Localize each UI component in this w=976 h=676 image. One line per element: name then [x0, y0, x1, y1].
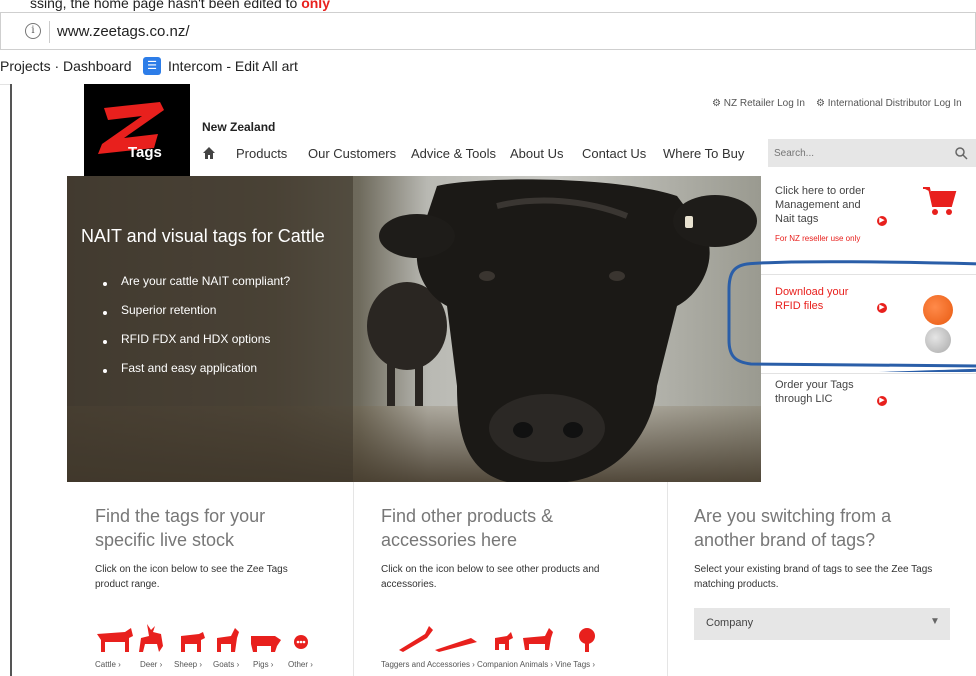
nav-contact-us[interactable]: Contact Us [582, 146, 646, 161]
products-title: Find other products & accessories here [381, 506, 554, 550]
home-icon[interactable] [202, 146, 216, 160]
deer-icon [139, 624, 163, 652]
product-links[interactable]: Taggers and Accessories › Companion Anim… [381, 660, 595, 669]
livestock-title: Find the tags for your specific live sto… [95, 506, 266, 550]
lic-order-panel[interactable]: Order your Tags through LIC ▶ [761, 374, 976, 482]
logo-text: Tags [128, 144, 162, 161]
animal-link-goats[interactable]: Goats › [213, 660, 239, 669]
grape-icon [579, 628, 595, 644]
search-input[interactable] [774, 145, 944, 161]
intercom-icon: ☰ [143, 57, 161, 75]
hero-bullet: Superior retention [121, 303, 217, 317]
arrow-right-icon[interactable]: ▶ [877, 396, 887, 406]
goat-icon [217, 628, 239, 652]
chevron-down-icon: ▼ [930, 616, 940, 627]
hero-banner[interactable]: NAIT and visual tags for Cattle Are your… [67, 176, 761, 482]
products-description: Click on the icon below to see other pro… [381, 564, 600, 590]
annotation-highlight [727, 260, 976, 372]
livestock-description: Click on the icon below to see the Zee T… [95, 564, 288, 590]
bookmarks-bar: Projects · Dashboard ☰ Intercom - Edit A… [0, 50, 976, 85]
product-icons [399, 626, 595, 652]
region-label: New Zealand [202, 120, 276, 134]
animal-link-sheep[interactable]: Sheep › [174, 660, 202, 669]
horse-icon [523, 628, 553, 650]
retailer-login-label: NZ Retailer Log In [723, 98, 805, 109]
column-divider [353, 482, 354, 676]
dog-icon [495, 632, 513, 650]
sheep-icon [181, 632, 205, 652]
retailer-login-link[interactable]: ⚙ NZ Retailer Log In [712, 98, 805, 109]
arrow-right-icon[interactable]: ▶ [877, 216, 887, 226]
animal-link-cattle[interactable]: Cattle › [95, 660, 121, 669]
pig-icon [251, 636, 281, 652]
lic-panel-text: Order your Tags through LIC [775, 379, 854, 405]
animal-icons [97, 624, 308, 652]
nav-products[interactable]: Products [236, 146, 287, 161]
switch-description: Select your existing brand of tags to se… [694, 564, 933, 590]
applicator-icon [435, 638, 477, 652]
search-icon[interactable] [954, 146, 968, 160]
web-page: Tags New Zealand ⚙ NZ Retailer Log In ⚙ … [10, 84, 976, 676]
search-box [768, 139, 976, 167]
bookmark-intercom[interactable]: Intercom - Edit All art [168, 58, 298, 74]
screenshot-caption: ssing, the home page hasn't been edited … [0, 0, 976, 12]
company-select-value: Company [706, 617, 754, 629]
url-text[interactable]: www.zeetags.co.nz/ [57, 23, 190, 40]
nav-our-customers[interactable]: Our Customers [308, 146, 396, 161]
nav-about-us[interactable]: About Us [510, 146, 563, 161]
key-icon: ⚙ [816, 98, 828, 109]
nav-where-to-buy[interactable]: Where To Buy [663, 146, 744, 161]
hero-text-overlay [67, 176, 353, 482]
bullet-dot [103, 282, 107, 286]
cattle-photo [367, 179, 757, 482]
animal-link-pigs[interactable]: Pigs › [253, 660, 273, 669]
bullet-dot [103, 340, 107, 344]
hero-bullet: RFID FDX and HDX options [121, 332, 271, 346]
info-icon[interactable]: i [25, 23, 41, 39]
order-panel-text: Click here to order Management and Nait … [775, 185, 865, 225]
column-divider [667, 482, 668, 676]
caption-text: ssing, the home page hasn't been edited … [30, 0, 302, 11]
caption-emphasis: only [301, 0, 330, 11]
switch-title: Are you switching from a another brand o… [694, 506, 892, 550]
bullet-dot [103, 311, 107, 315]
animal-link-deer[interactable]: Deer › [140, 660, 162, 669]
hero-bullet: Fast and easy application [121, 361, 258, 375]
company-select[interactable]: Company ▼ [694, 608, 950, 640]
animal-link-other[interactable]: Other › [288, 660, 313, 669]
distributor-login-label: International Distributor Log In [827, 98, 962, 109]
cattle-icon [97, 628, 133, 652]
bookmark-projects-dashboard[interactable]: Projects · Dashboard [0, 58, 132, 74]
address-bar[interactable]: i www.zeetags.co.nz/ [0, 12, 976, 50]
site-logo[interactable]: Tags [84, 84, 190, 189]
bullet-dot [103, 369, 107, 373]
hero-title: NAIT and visual tags for Cattle [81, 226, 325, 246]
hero-bullet: Are your cattle NAIT compliant? [121, 274, 291, 288]
key-icon: ⚙ [712, 98, 724, 109]
divider [49, 21, 50, 43]
shopping-cart-icon[interactable] [921, 184, 957, 218]
distributor-login-link[interactable]: ⚙ International Distributor Log In [816, 98, 962, 109]
reseller-note: For NZ reseller use only [775, 234, 861, 243]
nav-advice-tools[interactable]: Advice & Tools [411, 146, 496, 161]
tagger-icon [399, 626, 433, 652]
